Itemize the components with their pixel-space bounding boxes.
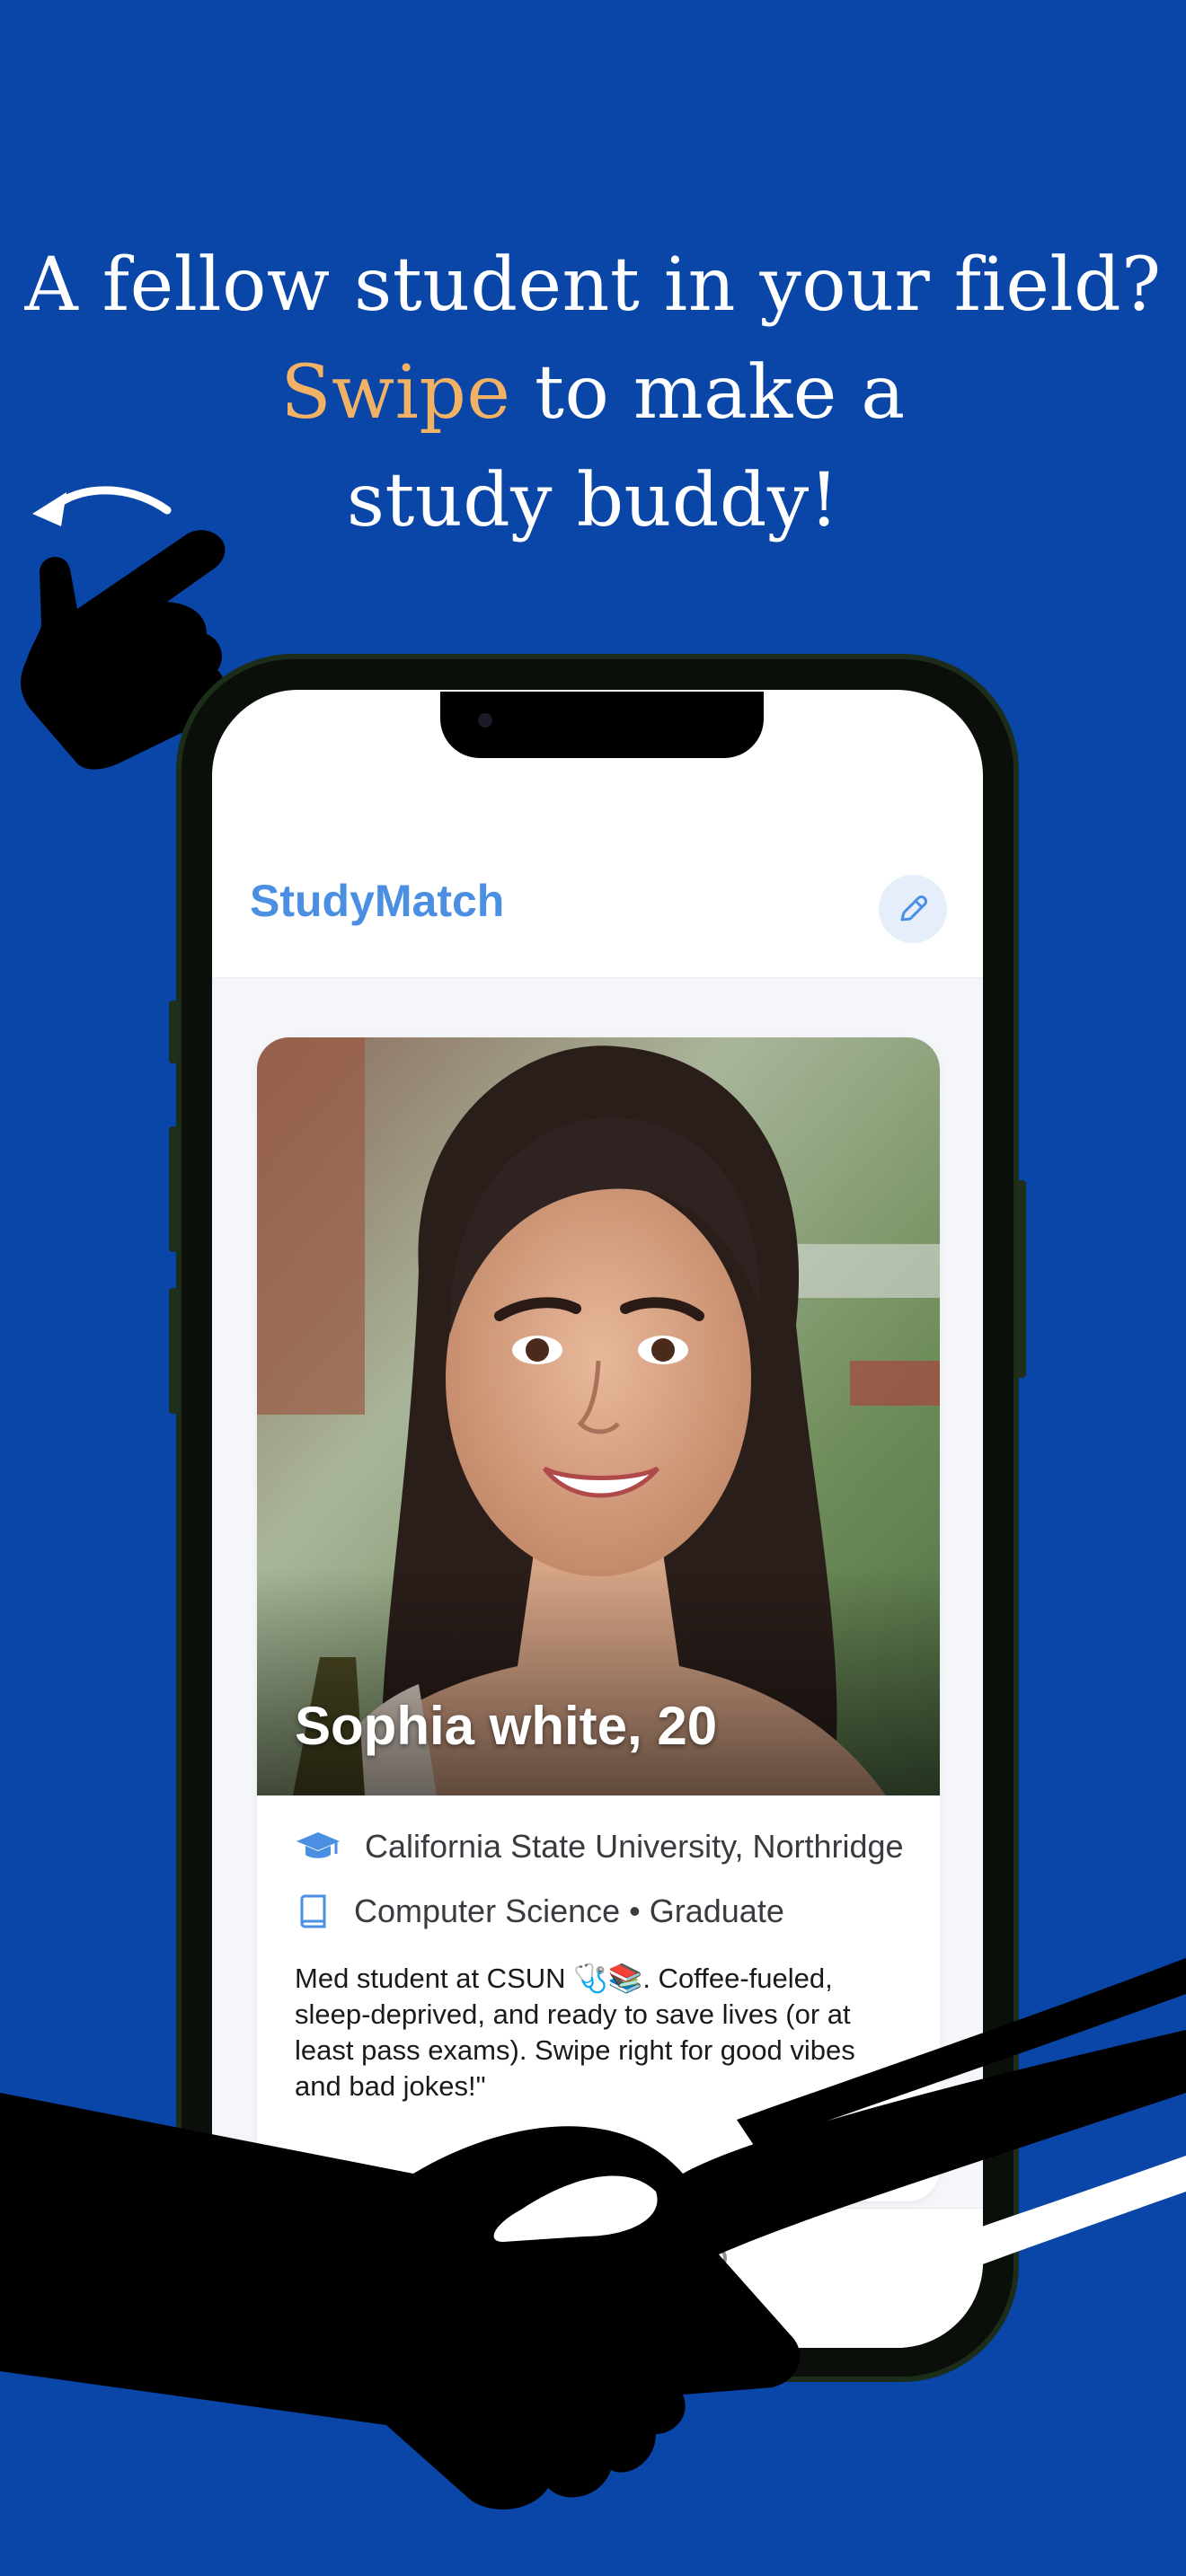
profile-name: Sophia white, 20 [295,1696,718,1756]
headline-line-1: A fellow student in your field? [24,243,1162,328]
app-header: StudyMatch [212,825,983,978]
phone-notch [440,692,764,758]
headline-line-2: Swipe to make a [0,340,1186,447]
university-name: California State University, Northridge [365,1828,904,1865]
major-row: Computer Science • Graduate [295,1892,784,1930]
university-row: California State University, Northridge [295,1828,904,1866]
headline-accent-word: Swipe [280,350,511,436]
book-icon [300,1894,326,1928]
app-title: StudyMatch [250,876,505,926]
graduation-cap-icon [296,1832,340,1858]
edit-button[interactable] [879,875,947,943]
profile-photo [257,1037,940,1795]
pencil-icon [900,895,927,922]
headline-line-2-rest: to make a [510,350,906,436]
handshake-icon [0,1958,1186,2510]
major-text: Computer Science • Graduate [354,1892,784,1929]
